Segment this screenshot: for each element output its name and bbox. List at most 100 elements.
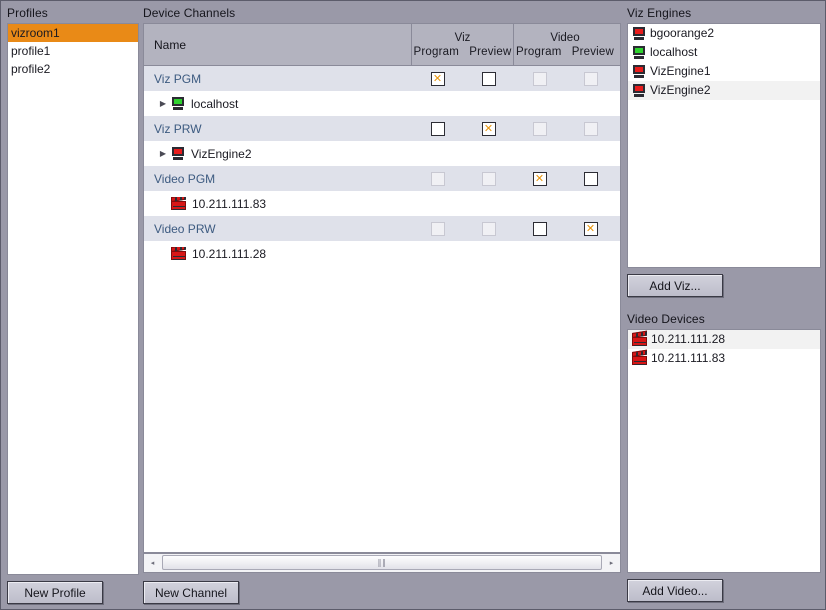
- video-program-checkbox: [532, 71, 547, 86]
- profile-list-item-label: vizroom1: [11, 26, 60, 40]
- channel-device-row[interactable]: ▶ localhost: [144, 91, 620, 116]
- viz-engine-list-item[interactable]: bgoorange2: [628, 24, 820, 43]
- viz-preview-checkbox: [481, 221, 496, 236]
- column-header-name[interactable]: Name: [144, 24, 412, 65]
- column-header-viz-sub: Program Preview: [413, 45, 511, 59]
- channel-name-cell: ▶ VizEngine2: [144, 147, 412, 161]
- video-device-list-item[interactable]: 10.211.111.83: [628, 349, 820, 368]
- device-channels-window: Profiles vizroom1 profile1 profile2 Device…: [0, 0, 826, 610]
- video-program-cell: [514, 171, 565, 186]
- viz-program-checkbox[interactable]: [430, 71, 445, 86]
- device-channels-table[interactable]: Name Viz Program Preview Video Program P…: [143, 23, 621, 553]
- profile-list-item[interactable]: profile1: [8, 42, 138, 60]
- column-header-viz[interactable]: Viz Program Preview: [412, 24, 514, 65]
- viz-program-label: Program: [413, 45, 459, 58]
- viz-program-checkbox[interactable]: [430, 121, 445, 136]
- channel-device-row[interactable]: 10.211.111.28: [144, 241, 620, 266]
- channel-device-label: VizEngine2: [191, 146, 252, 161]
- video-preview-checkbox[interactable]: [583, 171, 598, 186]
- channel-group-row[interactable]: Video PRW: [144, 216, 620, 241]
- profile-list-item-label: profile2: [11, 62, 51, 76]
- channel-group-label: Video PRW: [154, 221, 216, 236]
- video-program-cell: [514, 121, 565, 136]
- profile-list-item[interactable]: vizroom1: [8, 24, 138, 42]
- channel-device-row[interactable]: ▶ VizEngine2: [144, 141, 620, 166]
- channel-device-label: 10.211.111.28: [192, 246, 267, 261]
- clapperboard-icon: [632, 349, 647, 365]
- viz-engine-list-item[interactable]: localhost: [628, 43, 820, 62]
- video-preview-checkbox[interactable]: [583, 221, 598, 236]
- scroll-right-arrow-icon[interactable]: ▸: [603, 554, 620, 572]
- viz-program-cell: [412, 171, 463, 186]
- viz-preview-cell: [463, 121, 514, 136]
- channel-device-label: 10.211.111.83: [192, 196, 267, 211]
- viz-preview-checkbox[interactable]: [481, 71, 496, 86]
- viz-engine-list-item-label: VizEngine1: [650, 64, 711, 78]
- video-preview-cell: [565, 71, 616, 86]
- horizontal-scrollbar[interactable]: ◂ ‖‖ ▸: [143, 553, 621, 573]
- viz-preview-label: Preview: [469, 45, 512, 58]
- video-program-checkbox[interactable]: [532, 171, 547, 186]
- video-program-checkbox: [532, 121, 547, 136]
- channel-group-row[interactable]: Viz PRW: [144, 116, 620, 141]
- clapperboard-icon: [171, 246, 186, 260]
- video-preview-checkbox: [583, 71, 598, 86]
- viz-preview-checkbox[interactable]: [481, 121, 496, 136]
- channel-device-row[interactable]: 10.211.111.83: [144, 191, 620, 216]
- monitor-red-icon: [632, 84, 646, 97]
- expand-arrow-icon[interactable]: ▶: [157, 99, 169, 108]
- video-preview-cell: [565, 121, 616, 136]
- channel-group-label: Viz PGM: [154, 71, 202, 86]
- video-program-checkbox[interactable]: [532, 221, 547, 236]
- monitor-green-icon: [171, 97, 185, 110]
- profile-list-item[interactable]: profile2: [8, 60, 138, 78]
- viz-engine-list-item[interactable]: VizEngine2: [628, 81, 820, 100]
- viz-engine-list-item[interactable]: VizEngine1: [628, 62, 820, 81]
- video-device-list-item-label: 10.211.111.83: [651, 351, 726, 365]
- channel-name-cell: Viz PGM: [144, 72, 412, 86]
- video-devices-label: Video Devices: [627, 312, 705, 326]
- new-channel-button[interactable]: New Channel: [143, 581, 239, 604]
- viz-program-checkbox: [430, 221, 445, 236]
- viz-engines-label: Viz Engines: [627, 6, 692, 20]
- channel-name-cell: Video PGM: [144, 172, 412, 186]
- profiles-label: Profiles: [7, 6, 48, 20]
- profiles-list[interactable]: vizroom1 profile1 profile2: [7, 23, 139, 575]
- scroll-left-arrow-icon[interactable]: ◂: [144, 554, 161, 572]
- viz-program-cell: [412, 221, 463, 236]
- column-header-video[interactable]: Video Program Preview: [514, 24, 616, 65]
- monitor-green-icon: [632, 46, 646, 59]
- viz-program-cell: [412, 121, 463, 136]
- video-preview-checkbox: [583, 121, 598, 136]
- channel-name-cell: Video PRW: [144, 222, 412, 236]
- channel-group-row[interactable]: Video PGM: [144, 166, 620, 191]
- monitor-red-icon: [632, 27, 646, 40]
- column-header-viz-title: Viz: [454, 31, 471, 44]
- viz-preview-cell: [463, 71, 514, 86]
- channel-name-cell: 10.211.111.83: [144, 196, 412, 211]
- channel-group-row[interactable]: Viz PGM: [144, 66, 620, 91]
- monitor-red-icon: [632, 65, 646, 78]
- add-video-button[interactable]: Add Video...: [627, 579, 723, 602]
- video-device-list-item[interactable]: 10.211.111.28: [628, 330, 820, 349]
- column-header-video-sub: Program Preview: [516, 45, 614, 59]
- add-viz-button[interactable]: Add Viz...: [627, 274, 723, 297]
- video-preview-cell: [565, 171, 616, 186]
- video-preview-cell: [565, 221, 616, 236]
- video-devices-list[interactable]: 10.211.111.28 10.211.111.83: [627, 329, 821, 573]
- video-preview-label: Preview: [571, 45, 615, 58]
- scrollbar-grip-icon: ‖‖: [377, 558, 387, 567]
- scrollbar-track[interactable]: ‖‖: [161, 554, 603, 572]
- video-program-cell: [514, 71, 565, 86]
- channel-group-label: Video PGM: [154, 171, 216, 186]
- expand-arrow-icon[interactable]: ▶: [157, 149, 169, 158]
- video-program-cell: [514, 221, 565, 236]
- video-program-label: Program: [515, 45, 562, 58]
- viz-engines-list[interactable]: bgoorange2 localhost VizEngine1 VizEngine2: [627, 23, 821, 268]
- new-profile-button[interactable]: New Profile: [7, 581, 103, 604]
- viz-preview-checkbox: [481, 171, 496, 186]
- viz-preview-cell: [463, 171, 514, 186]
- channel-name-cell: ▶ localhost: [144, 97, 412, 111]
- scrollbar-thumb[interactable]: ‖‖: [162, 555, 602, 570]
- channel-name-cell: 10.211.111.28: [144, 246, 412, 261]
